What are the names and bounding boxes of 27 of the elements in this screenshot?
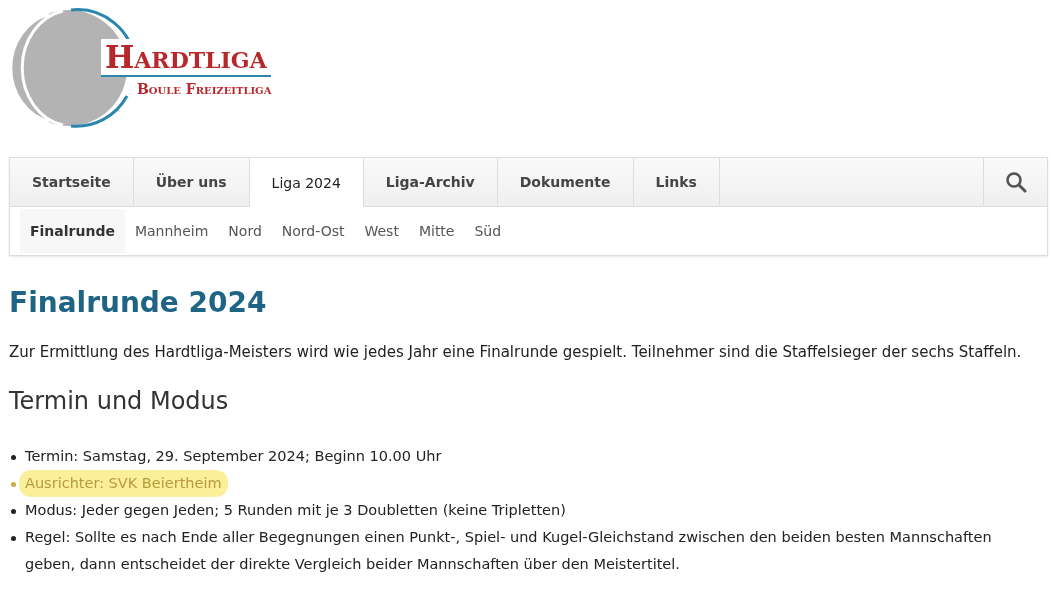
nav-tab[interactable]: Liga 2024 [249, 158, 364, 207]
search-icon [1004, 171, 1027, 193]
subnav-link[interactable]: Nord [218, 209, 272, 253]
nav-tab[interactable]: Links [633, 158, 720, 206]
nav-tab[interactable]: Über uns [133, 158, 250, 206]
subnav-link[interactable]: Mitte [408, 209, 465, 253]
bullet-icon [11, 482, 16, 487]
intro-paragraph: Zur Ermittlung des Hardtliga-Meisters wird wie jedes Jahr eine Finalrunde gespielt. Teilnehmer sind die Staffelsieger der sechs Staffeln. [9, 343, 1023, 361]
nav-tab[interactable]: Liga-Archiv [363, 158, 498, 206]
subnav-link[interactable]: Mannheim [124, 209, 219, 253]
subnav-link[interactable]: Süd [464, 209, 512, 253]
list-item-text: Ausrichter: SVK Beiertheim [19, 470, 228, 497]
list-item-text: Termin: Samstag, 29. September 2024; Beginn 10.00 Uhr [25, 447, 443, 466]
subnav-link[interactable]: Finalrunde [20, 209, 125, 253]
bullet-icon [11, 536, 16, 541]
nav-tab[interactable]: Dokumente [497, 158, 634, 206]
list-item-text: Regel: Sollte es nach Ende aller Begegnungen einen Punkt-, Spiel- und Kugel-Gleichstand zwischen den beiden besten Mannschaften geben, dann entscheidet der direkte Vergleich beider Mannschaften über den Meistertitel. [25, 528, 993, 574]
list-item-text: Modus: Jeder gegen Jeden; 5 Runden mit je 3 Doubletten (keine Tripletten) [25, 501, 567, 520]
bullet-icon [11, 509, 16, 514]
page-title: Finalrunde 2024 [9, 286, 268, 319]
logo-title: Hardtliga [101, 39, 272, 77]
nav-tab[interactable]: Startseite [10, 158, 134, 206]
subnav-link[interactable]: West [354, 209, 409, 253]
section-heading: Termin und Modus [9, 387, 230, 415]
logo-subtitle: Boule Freizeitliga [136, 80, 272, 97]
bullet-icon [11, 455, 16, 460]
subnav-link[interactable]: Nord-Ost [271, 209, 355, 253]
